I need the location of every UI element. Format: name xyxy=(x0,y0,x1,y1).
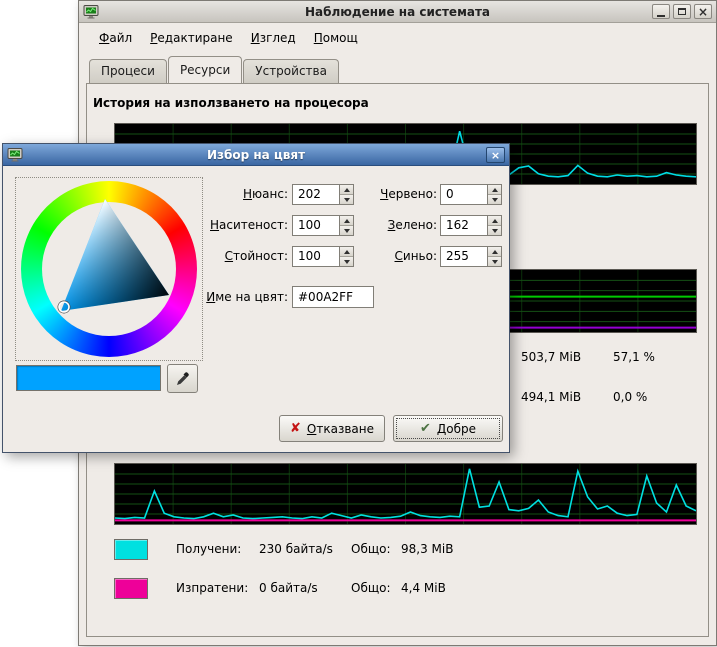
minimize-icon xyxy=(657,15,665,17)
hue-value[interactable]: 202 xyxy=(292,184,339,205)
cancel-x-icon: ✘ xyxy=(290,422,301,435)
saturation-spinner[interactable]: 100 xyxy=(292,215,354,236)
blue-spin-up[interactable] xyxy=(488,247,501,256)
received-total-label: Общо: xyxy=(351,542,401,556)
red-spin-down[interactable] xyxy=(488,194,501,204)
value-spin-down[interactable] xyxy=(340,256,353,266)
ok-button-label: Добре xyxy=(437,422,476,436)
menubar: Файл Редактиране Изглед Помощ xyxy=(80,24,715,52)
red-label: Червено: xyxy=(380,187,437,201)
memory-amount: 503,7 MiB xyxy=(521,350,581,364)
maximize-button[interactable] xyxy=(673,4,691,19)
blue-spinner[interactable]: 255 xyxy=(440,246,502,267)
blue-value[interactable]: 255 xyxy=(440,246,487,267)
received-label: Получени: xyxy=(176,542,259,556)
saturation-value-triangle[interactable] xyxy=(21,181,197,357)
ok-check-icon: ✔ xyxy=(420,422,431,435)
menu-view[interactable]: Изглед xyxy=(242,27,305,49)
maximize-icon xyxy=(678,8,686,15)
saturation-spin-buttons xyxy=(339,215,354,236)
sent-label: Изпратени: xyxy=(176,581,259,595)
value-value[interactable]: 100 xyxy=(292,246,339,267)
hue-spinner[interactable]: 202 xyxy=(292,184,354,205)
system-monitor-app-icon xyxy=(83,4,99,20)
menu-file[interactable]: Файл xyxy=(90,27,141,49)
dialog-titlebar[interactable]: Избор на цвят × xyxy=(3,144,509,166)
value-spin-up[interactable] xyxy=(340,247,353,256)
color-name-input[interactable] xyxy=(292,286,374,308)
menu-edit[interactable]: Редактиране xyxy=(141,27,242,49)
saturation-value[interactable]: 100 xyxy=(292,215,339,236)
cancel-button-label: Отказване xyxy=(307,422,374,436)
dialog-title: Избор на цвят xyxy=(3,148,509,162)
color-picker-dialog: Избор на цвят × xyxy=(2,143,510,453)
cancel-button[interactable]: ✘ Отказване xyxy=(279,415,385,442)
color-preview-swatch xyxy=(16,365,161,391)
received-color-swatch[interactable] xyxy=(114,539,148,560)
minimize-button[interactable] xyxy=(652,4,670,19)
saturation-spin-down[interactable] xyxy=(340,225,353,235)
close-icon: × xyxy=(491,149,500,162)
main-titlebar[interactable]: Наблюдение на системата × xyxy=(79,1,716,23)
tab-processes[interactable]: Процеси xyxy=(89,59,167,83)
eyedropper-button[interactable] xyxy=(167,364,198,393)
memory-percent: 57,1 % xyxy=(613,350,655,364)
green-value[interactable]: 162 xyxy=(440,215,487,236)
hue-spin-up[interactable] xyxy=(340,185,353,194)
close-icon: × xyxy=(698,6,708,18)
received-total: 98,3 MiB xyxy=(401,542,453,556)
value-label: Стойност: xyxy=(225,249,288,263)
red-value[interactable]: 0 xyxy=(440,184,487,205)
blue-spin-buttons xyxy=(487,246,502,267)
swap-amount: 494,1 MiB xyxy=(521,390,581,404)
green-spin-buttons xyxy=(487,215,502,236)
window-title: Наблюдение на системата xyxy=(79,5,716,19)
value-spin-buttons xyxy=(339,246,354,267)
hue-spin-buttons xyxy=(339,184,354,205)
color-name-label: Име на цвят: xyxy=(206,290,288,304)
ok-button[interactable]: ✔ Добре xyxy=(393,415,503,442)
green-spin-up[interactable] xyxy=(488,216,501,225)
green-spin-down[interactable] xyxy=(488,225,501,235)
cpu-history-heading: История на използването на процесора xyxy=(93,96,369,110)
swap-percent: 0,0 % xyxy=(613,390,647,404)
blue-spin-down[interactable] xyxy=(488,256,501,266)
dialog-close-button[interactable]: × xyxy=(486,147,505,163)
color-wheel[interactable] xyxy=(15,177,203,361)
window-controls: × xyxy=(652,4,712,19)
dialog-app-icon xyxy=(7,147,23,163)
close-button[interactable]: × xyxy=(694,4,712,19)
tab-devices[interactable]: Устройства xyxy=(243,59,339,83)
sent-color-swatch[interactable] xyxy=(114,578,148,599)
blue-label: Синьо: xyxy=(395,249,438,263)
eyedropper-icon xyxy=(174,370,192,388)
saturation-spin-up[interactable] xyxy=(340,216,353,225)
tab-strip: Процеси Ресурси Устройства xyxy=(86,56,709,83)
red-spin-buttons xyxy=(487,184,502,205)
sent-rate: 0 байта/s xyxy=(259,581,351,595)
value-spinner[interactable]: 100 xyxy=(292,246,354,267)
red-spin-up[interactable] xyxy=(488,185,501,194)
network-history-chart xyxy=(114,463,697,525)
hue-spin-down[interactable] xyxy=(340,194,353,204)
sent-total-label: Общо: xyxy=(351,581,401,595)
green-label: Зелено: xyxy=(388,218,437,232)
hue-label: Нюанс: xyxy=(243,187,288,201)
red-spinner[interactable]: 0 xyxy=(440,184,502,205)
saturation-label: Наситеност: xyxy=(210,218,288,232)
menu-help[interactable]: Помощ xyxy=(305,27,367,49)
network-sent-row: Изпратени: 0 байта/s Общо: 4,4 MiB xyxy=(114,576,446,600)
green-spinner[interactable]: 162 xyxy=(440,215,502,236)
sent-total: 4,4 MiB xyxy=(401,581,446,595)
network-received-row: Получени: 230 байта/s Общо: 98,3 MiB xyxy=(114,537,453,561)
received-rate: 230 байта/s xyxy=(259,542,351,556)
tab-resources[interactable]: Ресурси xyxy=(168,56,242,83)
